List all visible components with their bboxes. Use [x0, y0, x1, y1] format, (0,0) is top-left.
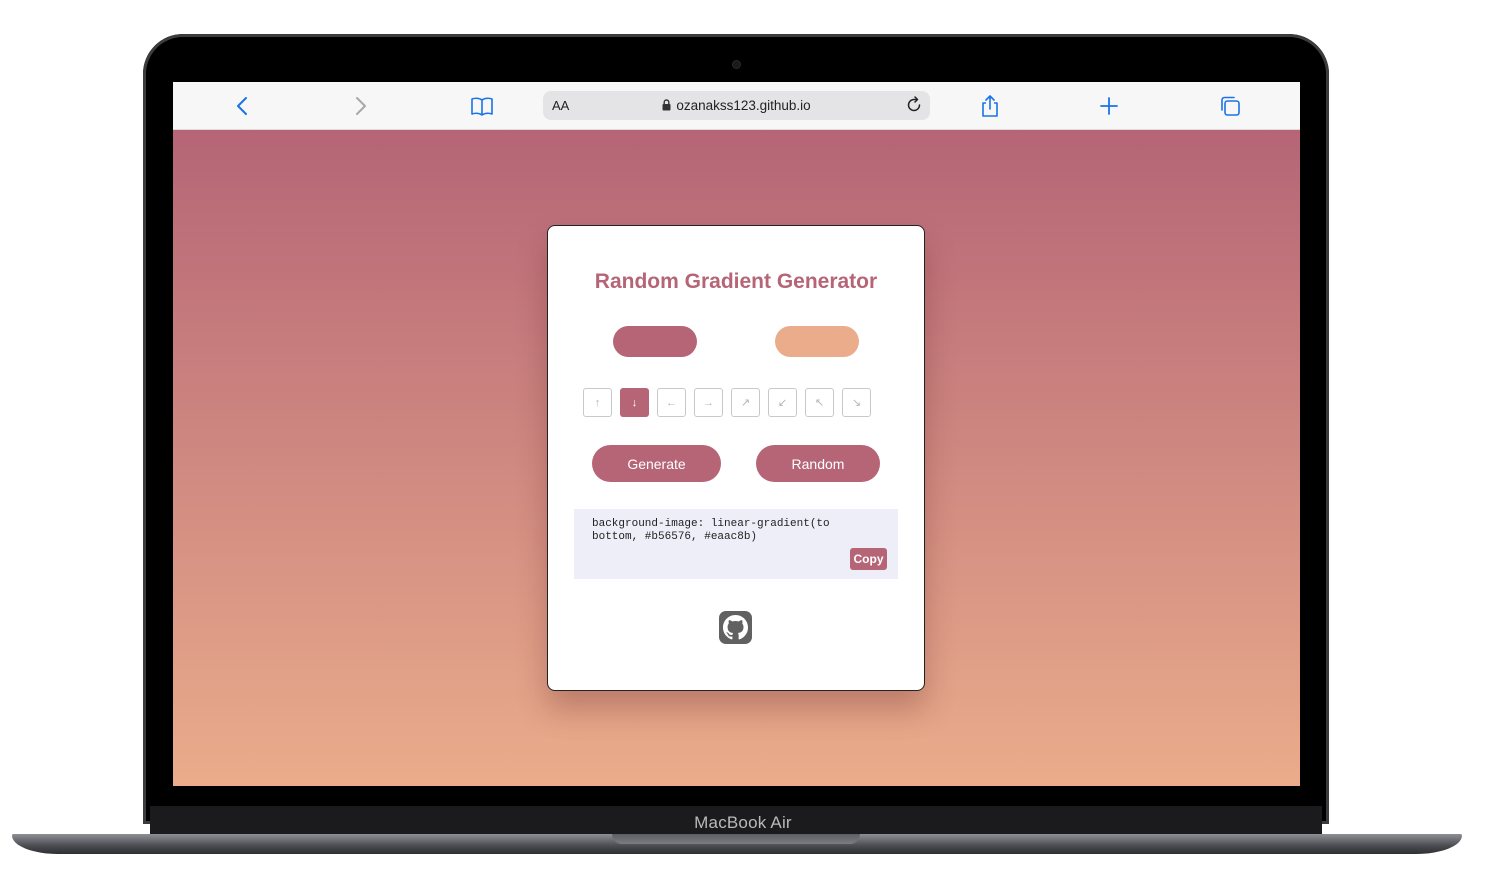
direction-button-arrow-down-right[interactable]: ↘	[842, 388, 871, 417]
tabs-icon[interactable]	[1216, 92, 1244, 120]
direction-button-arrow-left[interactable]: ←	[657, 388, 686, 417]
lock-icon	[662, 99, 671, 111]
chevron-left-icon[interactable]	[228, 92, 256, 120]
direction-button-arrow-down[interactable]: ↓	[620, 388, 649, 417]
reload-icon[interactable]	[905, 96, 923, 114]
book-icon[interactable]	[468, 92, 496, 120]
arrow-down-left-icon: ↙	[777, 397, 788, 409]
chevron-right-icon[interactable]	[347, 92, 375, 120]
arrow-up-right-icon: ↗	[740, 397, 751, 409]
direction-button-arrow-up-right[interactable]: ↗	[731, 388, 760, 417]
screen: AA ozanakss123.github.io Random Gradient…	[173, 82, 1300, 786]
address-bar[interactable]: AA ozanakss123.github.io	[543, 91, 930, 120]
arrow-right-icon: →	[703, 396, 714, 409]
browser-toolbar: AA ozanakss123.github.io	[173, 82, 1300, 130]
css-output-text: background-image: linear-gradient(to bot…	[592, 518, 837, 543]
arrow-down-icon: ↓	[631, 396, 638, 409]
direction-button-arrow-right[interactable]: →	[694, 388, 723, 417]
share-icon[interactable]	[976, 92, 1004, 120]
direction-button-arrow-down-left[interactable]: ↙	[768, 388, 797, 417]
color-picker-2[interactable]	[775, 326, 859, 357]
model-label: MacBook Air	[694, 813, 792, 832]
copy-button[interactable]: Copy	[850, 548, 887, 570]
camera-icon	[733, 61, 740, 68]
css-output-box: background-image: linear-gradient(to bot…	[574, 509, 898, 579]
arrow-down-right-icon: ↘	[851, 397, 862, 409]
url-display[interactable]: ozanakss123.github.io	[543, 98, 930, 113]
arrow-up-left-icon: ↖	[814, 397, 825, 409]
direction-button-arrow-up-left[interactable]: ↖	[805, 388, 834, 417]
arrow-left-icon: ←	[666, 396, 677, 409]
github-icon[interactable]	[719, 611, 752, 644]
generator-card: Random Gradient Generator ↑ ↓ ← → ↗ ↙ ↖ ↘ Gener…	[547, 225, 925, 691]
arrow-up-icon: ↑	[594, 396, 601, 409]
direction-button-arrow-up[interactable]: ↑	[583, 388, 612, 417]
random-button[interactable]: Random	[756, 445, 880, 482]
direction-buttons: ↑ ↓ ← → ↗ ↙ ↖ ↘	[583, 388, 871, 417]
page-title: Random Gradient Generator	[594, 270, 878, 293]
laptop-notch	[612, 834, 860, 844]
plus-icon[interactable]	[1095, 92, 1123, 120]
generate-button[interactable]: Generate	[592, 445, 721, 482]
url-text: ozanakss123.github.io	[676, 98, 811, 113]
color-picker-1[interactable]	[613, 326, 697, 357]
gradient-page-background: Random Gradient Generator ↑ ↓ ← → ↗ ↙ ↖ ↘ Gener…	[173, 130, 1300, 786]
